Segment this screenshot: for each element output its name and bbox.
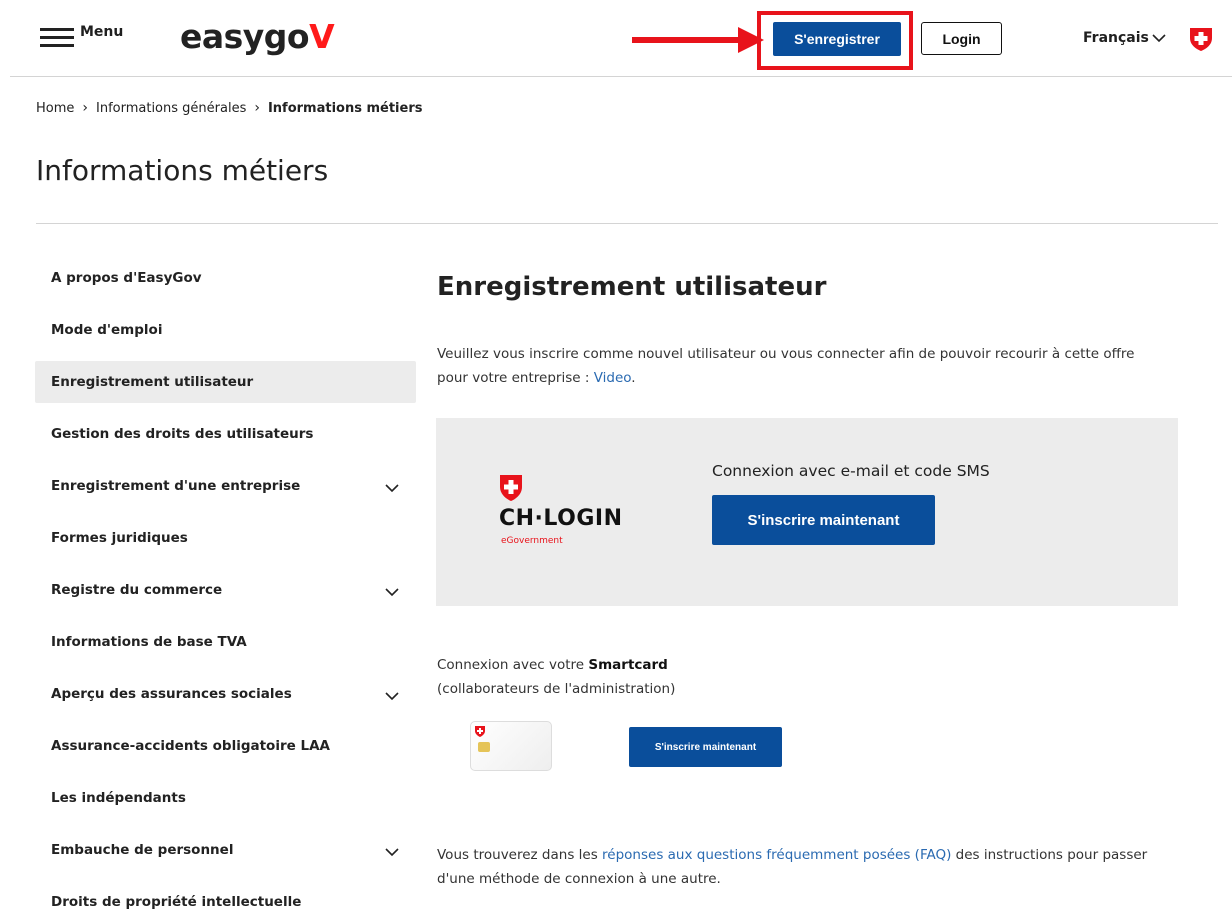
video-link[interactable]: Video xyxy=(594,370,632,386)
breadcrumb-general-info[interactable]: Informations générales xyxy=(96,101,246,116)
sidebar-item[interactable]: Gestion des droits des utilisateurs xyxy=(35,408,416,460)
red-arrow-annotation xyxy=(632,27,764,53)
chlogin-logo: CH·LOGIN eGovernment xyxy=(499,474,639,550)
breadcrumb-current: Informations métiers xyxy=(267,100,423,116)
chevron-right-icon: › xyxy=(254,100,260,116)
chlogin-panel: CH·LOGIN eGovernment Connexion avec e-ma… xyxy=(436,418,1178,606)
chevron-down-icon xyxy=(1152,34,1166,43)
breadcrumb-home[interactable]: Home xyxy=(36,101,74,116)
sidebar-item-label: Informations de base TVA xyxy=(51,634,247,650)
sidebar-nav: A propos d'EasyGov Mode d'emploi Enregistr… xyxy=(35,252,416,909)
sidebar-item[interactable]: Assurance-accidents obligatoire LAA xyxy=(35,720,416,772)
smartcard-signup-button[interactable]: S'inscrire maintenant xyxy=(629,727,782,767)
sidebar-item[interactable]: Enregistrement d'une entreprise xyxy=(35,460,416,512)
sidebar-item[interactable]: A propos d'EasyGov xyxy=(35,252,416,304)
chevron-down-icon[interactable] xyxy=(385,483,399,493)
chlogin-name: CH·LOGIN xyxy=(499,506,623,531)
sidebar-item-label: Aperçu des assurances sociales xyxy=(51,686,292,702)
chlogin-sub: eGovernment xyxy=(501,536,563,546)
sidebar-item-label: Formes juridiques xyxy=(51,530,188,546)
sidebar-item-label: Embauche de personnel xyxy=(51,842,234,858)
sidebar-item[interactable]: Mode d'emploi xyxy=(35,304,416,356)
intro-paragraph: Veuillez vous inscrire comme nouvel util… xyxy=(437,342,1167,390)
swiss-shield-icon xyxy=(500,475,522,501)
menu-label: Menu xyxy=(80,24,124,40)
sidebar-item[interactable]: Embauche de personnel xyxy=(35,824,416,876)
intro-end: . xyxy=(631,370,636,386)
menu-button[interactable]: Menu xyxy=(40,24,130,50)
sidebar-item-label: Droits de propriété intellectuelle xyxy=(51,894,302,909)
swiss-shield-icon xyxy=(1190,28,1212,51)
hamburger-icon xyxy=(40,28,74,48)
section-title: Enregistrement utilisateur xyxy=(437,272,827,302)
chevron-down-icon[interactable] xyxy=(385,847,399,857)
chevron-right-icon: › xyxy=(82,100,88,116)
login-button[interactable]: Login xyxy=(921,22,1002,55)
swiss-shield-icon xyxy=(475,726,485,737)
logo-text: easygo xyxy=(180,17,310,56)
sidebar-item[interactable]: Registre du commerce xyxy=(35,564,416,616)
language-selector[interactable]: Français xyxy=(1083,30,1166,46)
sidebar-item-label: Gestion des droits des utilisateurs xyxy=(51,426,314,442)
chlogin-description: Connexion avec e-mail et code SMS xyxy=(712,462,990,480)
sidebar-item-label: A propos d'EasyGov xyxy=(51,270,202,286)
sidebar-item[interactable]: Aperçu des assurances sociales xyxy=(35,668,416,720)
logo-accent: V xyxy=(309,17,335,56)
language-label: Français xyxy=(1083,30,1149,46)
sidebar-item-label: Enregistrement utilisateur xyxy=(51,374,254,390)
title-divider xyxy=(36,223,1218,224)
breadcrumb: Home › Informations générales › Informat… xyxy=(36,100,422,116)
smartcard-image xyxy=(470,721,552,771)
faq-paragraph: Vous trouverez dans les réponses aux que… xyxy=(437,843,1167,891)
smartcard-prefix: Connexion avec votre xyxy=(437,657,589,673)
chip-icon xyxy=(478,742,490,752)
sidebar-item-label: Les indépendants xyxy=(51,790,186,806)
sidebar-item[interactable]: Les indépendants xyxy=(35,772,416,824)
faq-prefix: Vous trouverez dans les xyxy=(437,847,603,863)
sidebar-item[interactable]: Formes juridiques xyxy=(35,512,416,564)
sidebar-item[interactable]: Enregistrement utilisateur xyxy=(35,361,416,403)
register-button[interactable]: S'enregistrer xyxy=(773,22,901,56)
chevron-down-icon[interactable] xyxy=(385,691,399,701)
chlogin-signup-button[interactable]: S'inscrire maintenant xyxy=(712,495,935,545)
smartcard-bold: Smartcard xyxy=(588,657,668,673)
smartcard-text: Connexion avec votre Smartcard (collabor… xyxy=(437,653,675,701)
site-header: Menu easygoV S'enregistrer Login Françai… xyxy=(0,0,1232,77)
chevron-down-icon[interactable] xyxy=(385,587,399,597)
faq-link[interactable]: réponses aux questions fréquemment posée… xyxy=(602,847,951,863)
page-title: Informations métiers xyxy=(36,154,329,187)
sidebar-item-label: Mode d'emploi xyxy=(51,322,163,338)
intro-text: Veuillez vous inscrire comme nouvel util… xyxy=(437,346,1135,386)
easygov-logo[interactable]: easygoV xyxy=(180,17,335,56)
sidebar-item-label: Registre du commerce xyxy=(51,582,223,598)
header-divider xyxy=(10,76,1232,77)
sidebar-item-label: Enregistrement d'une entreprise xyxy=(51,478,301,494)
sidebar-item-label: Assurance-accidents obligatoire LAA xyxy=(51,738,330,754)
smartcard-line2: (collaborateurs de l'administration) xyxy=(437,681,676,697)
sidebar-item[interactable]: Droits de propriété intellectuelle xyxy=(35,876,416,909)
sidebar-item[interactable]: Informations de base TVA xyxy=(35,616,416,668)
